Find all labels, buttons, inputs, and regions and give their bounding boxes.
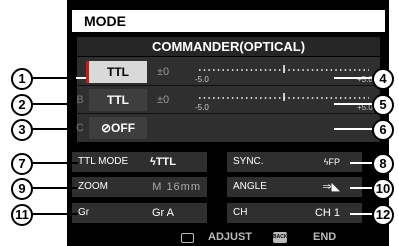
callout-2: 2 (11, 94, 33, 116)
setting-value: M 16mm (152, 181, 201, 193)
setting-label: ZOOM (78, 181, 108, 192)
setting-value: ⇒◣ (322, 181, 340, 193)
setting-label: ANGLE (233, 181, 267, 192)
callout-leader (30, 77, 76, 79)
callout-8: 8 (372, 153, 394, 175)
setting-label: TTL MODE (78, 156, 129, 167)
commander-title: COMMANDER(OPTICAL) (77, 37, 380, 56)
callout-4: 4 (372, 68, 394, 90)
callout-leader (350, 187, 372, 189)
group-row-a[interactable]: TTL ±0 -5.0 +5.0 (77, 59, 380, 85)
callout-leader (350, 162, 372, 164)
group-row-b[interactable]: B TTL ±0 -5.0 +5.0 (76, 87, 380, 113)
callout-12: 12 (372, 204, 394, 226)
callout-leader (334, 128, 372, 130)
group-compensation: ±0 (157, 94, 170, 106)
group-setting[interactable]: Gr Gr A (72, 203, 207, 223)
callout-leader (30, 213, 78, 215)
compensation-scale: -5.0 +5.0 (195, 65, 373, 83)
end-label: END (313, 231, 337, 243)
setting-value: ϟTTL (150, 156, 176, 168)
ttl-mode-setting[interactable]: TTL MODE ϟTTL (72, 152, 207, 172)
callout-leader (350, 213, 372, 215)
callout-leader (30, 162, 78, 164)
callout-11: 11 (11, 204, 33, 226)
svg-text:-5.0: -5.0 (195, 103, 209, 111)
callout-7: 7 (11, 153, 33, 175)
group-mode[interactable]: ⊘OFF (89, 117, 147, 139)
channel-setting[interactable]: CH CH 1 (227, 203, 362, 223)
svg-text:-5.0: -5.0 (195, 75, 209, 83)
sync-setting[interactable]: SYNC. ϟFP (227, 152, 362, 172)
callout-1: 1 (11, 68, 33, 90)
group-letter: B (76, 94, 84, 106)
group-mode[interactable]: TTL (89, 61, 147, 83)
setting-label: Gr (78, 207, 90, 218)
group-compensation: ±0 (157, 66, 170, 78)
group-mode[interactable]: TTL (89, 89, 147, 111)
zoom-setting[interactable]: ZOOM M 16mm (72, 177, 207, 197)
callout-leader (334, 77, 372, 79)
adjust-label: ADJUST (208, 231, 253, 243)
setting-value: CH 1 (314, 207, 340, 219)
callout-5: 5 (372, 94, 394, 116)
callout-leader (334, 103, 372, 105)
setting-value: ϟFP (323, 157, 340, 167)
callout-10: 10 (372, 178, 394, 200)
footer-bar: ADJUST BACK END (67, 229, 389, 246)
setting-value: Gr A (152, 207, 175, 219)
callout-leader (30, 103, 76, 105)
setting-label: SYNC. (233, 156, 264, 167)
angle-setting[interactable]: ANGLE ⇒◣ (227, 177, 362, 197)
back-icon: BACK (273, 232, 287, 243)
callout-9: 9 (11, 178, 33, 200)
callout-3: 3 (11, 119, 33, 141)
callout-leader (30, 187, 78, 189)
setting-label: CH (233, 207, 248, 218)
monitor-icon (181, 233, 194, 243)
callout-6: 6 (372, 119, 394, 141)
callout-leader (30, 128, 76, 130)
mode-header: MODE (72, 10, 385, 32)
compensation-scale: -5.0 +5.0 (195, 93, 373, 111)
group-letter: C (76, 122, 84, 134)
